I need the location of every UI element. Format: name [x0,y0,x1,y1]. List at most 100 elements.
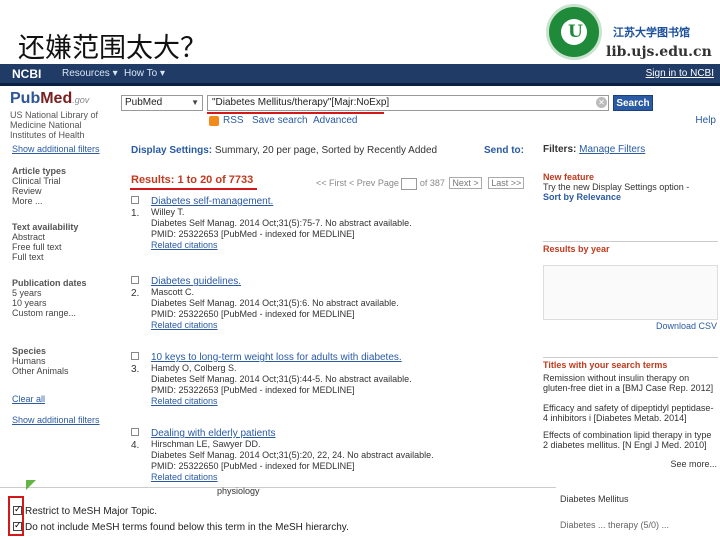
mesh-subheading[interactable]: physiology [217,486,260,496]
related-citations-link[interactable]: Related citations [151,240,411,251]
result-checkbox[interactable] [131,196,139,204]
display-settings-label: Display Settings: [131,145,213,156]
popup-pointer [26,480,36,490]
result-checkbox[interactable] [131,352,139,360]
related-citations-link[interactable]: Related citations [151,472,411,483]
result-pmid: PMID: 25322650 [PubMed - indexed for MED… [151,309,355,319]
result-item: 4. Dealing with elderly patients Hirschm… [131,428,434,482]
library-name: 江苏大学图书馆 [613,26,690,39]
resources-menu[interactable]: Resources ▾ [62,68,118,79]
text-availability-heading: Text availability [12,222,79,232]
rss-icon[interactable] [209,116,219,126]
last-page-button[interactable]: Last >> [488,177,525,189]
result-authors: Hamdy O, Colberg S. [151,363,237,373]
result-item: 2. Diabetes guidelines. Mascott C. Diabe… [131,276,399,330]
result-number: 1. [131,208,140,219]
pubmed-logo[interactable]: PubMed.gov [10,90,89,108]
result-title[interactable]: Diabetes guidelines. [151,276,411,287]
search-input[interactable]: "Diabetes Mellitus/therapy"[Majr:NoExp] [207,95,609,111]
advanced-link[interactable]: Advanced [313,115,357,126]
mesh-term[interactable]: Diabetes Mellitus [560,494,629,504]
prev-page-button[interactable]: < Prev [349,178,375,188]
display-settings[interactable]: Display Settings: Summary, 20 per page, … [131,145,437,156]
result-authors: Hirschman LE, Sawyer DD. [151,439,261,449]
result-citation: Diabetes Self Manag. 2014 Oct;31(5):75-7… [151,218,412,228]
university-logo: U [546,4,602,60]
results-highlight [130,188,257,190]
title-item[interactable]: Remission without insulin therapy on glu… [543,373,718,393]
results-by-year-heading[interactable]: Results by year [543,241,718,254]
result-title[interactable]: Dealing with elderly patients [151,428,411,439]
ncbi-logo[interactable]: NCBI [12,67,41,81]
filter-item[interactable]: Clinical Trial [12,176,66,186]
species-section: Species Humans Other Animals [12,346,69,376]
rss-link[interactable]: RSS [223,115,244,126]
related-citations-link[interactable]: Related citations [151,320,411,331]
result-pmid: PMID: 25322650 [PubMed - indexed for MED… [151,461,355,471]
filter-item[interactable]: Humans [12,356,69,366]
logo-gov: .gov [72,95,90,105]
clear-icon[interactable]: ✕ [596,97,607,108]
mesh-term-more: Diabetes ... therapy (5/0) ... [560,520,670,530]
filters-label: Filters: [543,144,577,155]
filter-item[interactable]: Free full text [12,242,78,252]
filter-item[interactable]: Custom range... [12,308,102,318]
help-link[interactable]: Help [695,115,716,126]
show-filters-link[interactable]: Show additional filters [12,144,100,154]
send-to-button[interactable]: Send to: [484,145,524,156]
filter-item[interactable]: 5 years [12,288,102,298]
filter-item[interactable]: Abstract [12,232,78,242]
database-value: PubMed [125,97,163,108]
filters-bar: Filters: Manage Filters [543,145,718,155]
checkbox-highlight [8,496,24,536]
first-page-button[interactable]: << First [316,178,347,188]
pager: << First < Prev Page of 387 Next > Last … [316,177,526,190]
database-select[interactable]: PubMed ▼ [121,95,203,111]
title-item[interactable]: Effects of combination lipid therapy in … [543,430,718,450]
article-types-section: Article types Clinical Trial Review More… [12,166,66,206]
filter-item[interactable]: 10 years [12,298,102,308]
result-checkbox[interactable] [131,276,139,284]
query-highlight [207,112,384,114]
restrict-major-option[interactable]: Restrict to MeSH Major Topic. [13,504,157,517]
result-title[interactable]: 10 keys to long-term weight loss for adu… [151,352,411,363]
sort-relevance-link[interactable]: Sort by Relevance [543,192,718,202]
title-item[interactable]: Efficacy and safety of dipeptidyl peptid… [543,403,718,423]
result-checkbox[interactable] [131,428,139,436]
page-input[interactable] [401,177,418,190]
filter-item[interactable]: Full text [12,252,78,262]
download-csv-link[interactable]: Download CSV [543,321,717,331]
chevron-down-icon: ▼ [191,98,199,107]
pubmed-screenshot: NCBI Resources ▾ How To ▾ Sign in to NCB… [0,64,720,540]
manage-filters-link[interactable]: Manage Filters [579,144,645,155]
filter-item[interactable]: Review [12,186,66,196]
result-citation: Diabetes Self Manag. 2014 Oct;31(5):20, … [151,450,434,460]
howto-menu[interactable]: How To ▾ [124,68,165,79]
clear-all-link[interactable]: Clear all [12,394,45,404]
no-explode-option[interactable]: Do not include MeSH terms found below th… [13,520,349,533]
new-feature-text: Try the new Display Settings option - [543,182,690,192]
result-title[interactable]: Diabetes self-management. [151,196,411,207]
logo-inner: U [561,19,587,45]
species-heading: Species [12,346,47,356]
result-body: 10 keys to long-term weight loss for adu… [151,352,412,407]
library-url: lib.ujs.edu.cn [606,44,712,60]
related-citations-link[interactable]: Related citations [151,396,411,407]
see-more-link[interactable]: See more... [543,459,717,469]
result-number: 2. [131,288,140,299]
no-explode-label: Do not include MeSH terms found below th… [25,522,349,533]
titles-heading[interactable]: Titles with your search terms [543,357,718,370]
results-by-year-chart[interactable] [543,265,718,320]
search-button[interactable]: Search [613,95,653,111]
result-number: 3. [131,364,140,375]
show-filters-link-2[interactable]: Show additional filters [12,415,100,425]
filter-item[interactable]: More ... [12,196,66,206]
signin-link[interactable]: Sign in to NCBI [646,68,714,79]
new-feature-heading: New feature [543,172,595,182]
save-search-link[interactable]: Save search [252,115,308,126]
slide-title: 还嫌范围太大？ [18,33,207,64]
filter-item[interactable]: Other Animals [12,366,69,376]
text-availability-section: Text availability Abstract Free full tex… [12,222,78,262]
next-page-button[interactable]: Next > [449,177,482,189]
result-body: Diabetes self-management. Willey T. Diab… [151,196,412,251]
